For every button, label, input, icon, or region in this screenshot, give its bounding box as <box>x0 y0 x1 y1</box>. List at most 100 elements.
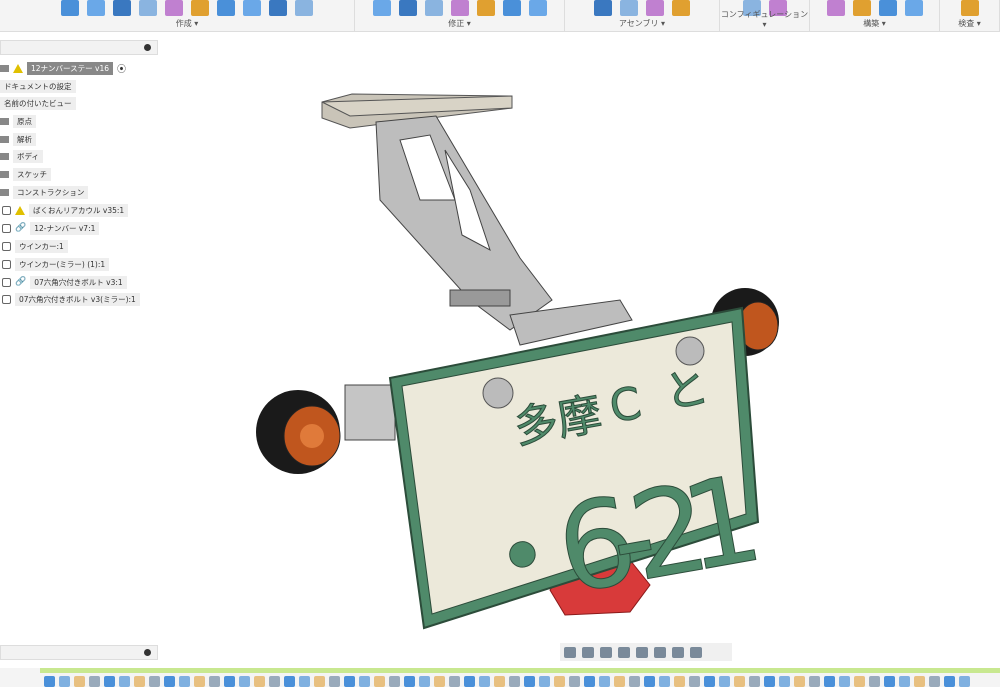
pipe-icon[interactable] <box>165 0 183 16</box>
timeline-feature-icon[interactable] <box>959 676 970 687</box>
toolbar-group-label[interactable]: コンフィギュレーション ▾ <box>720 9 809 29</box>
shell-icon[interactable] <box>450 0 469 16</box>
timeline-feature-icon[interactable] <box>914 676 925 687</box>
timeline-feature-icon[interactable] <box>299 676 310 687</box>
offset-plane-icon[interactable] <box>826 0 845 16</box>
timeline-feature-icon[interactable] <box>359 676 370 687</box>
timeline-feature-icon[interactable] <box>614 676 625 687</box>
pattern-icon[interactable] <box>217 0 235 16</box>
timeline-feature-icon[interactable] <box>644 676 655 687</box>
browser-item[interactable]: 名前の付いたビュー <box>0 96 76 110</box>
browser-item[interactable]: ばくおんリアカウル v35:1 <box>2 203 129 217</box>
timeline-feature-icon[interactable] <box>179 676 190 687</box>
timeline-feature-icon[interactable] <box>749 676 760 687</box>
timeline-feature-icon[interactable] <box>689 676 700 687</box>
timeline-feature-icon[interactable] <box>134 676 145 687</box>
timeline-feature-icon[interactable] <box>854 676 865 687</box>
timeline-feature-icon[interactable] <box>89 676 100 687</box>
timeline-feature-icon[interactable] <box>464 676 475 687</box>
timeline-feature-icon[interactable] <box>779 676 790 687</box>
orbit-icon[interactable] <box>564 646 576 658</box>
browser-header[interactable] <box>0 40 158 55</box>
timeline-feature-icon[interactable] <box>404 676 415 687</box>
form-icon[interactable] <box>269 0 287 16</box>
timeline-feature-icon[interactable] <box>344 676 355 687</box>
3d-viewport[interactable]: 多摩 C と ・6-21 <box>160 40 1000 640</box>
measure-icon[interactable] <box>960 0 979 16</box>
browser-item[interactable]: スケッチ <box>0 167 51 181</box>
timeline-feature-icon[interactable] <box>764 676 775 687</box>
timeline-feature-icon[interactable] <box>584 676 595 687</box>
timeline-feature-icon[interactable] <box>419 676 430 687</box>
timeline-feature-icon[interactable] <box>629 676 640 687</box>
point-icon[interactable] <box>191 0 209 16</box>
chamfer-icon[interactable] <box>424 0 443 16</box>
timeline-feature-icon[interactable] <box>119 676 130 687</box>
move-icon[interactable] <box>528 0 547 16</box>
pyramid-icon[interactable] <box>243 0 261 16</box>
toolbar-group-label[interactable]: 修正 ▾ <box>355 18 564 29</box>
comments-panel[interactable] <box>0 645 158 660</box>
timeline-feature-icon[interactable] <box>44 676 55 687</box>
timeline-feature-icon[interactable] <box>704 676 715 687</box>
timeline-feature-icon[interactable] <box>104 676 115 687</box>
browser-item[interactable]: コンストラクション <box>0 185 89 199</box>
timeline-feature-icon[interactable] <box>884 676 895 687</box>
press-pull-icon[interactable] <box>372 0 391 16</box>
timeline-feature-icon[interactable] <box>389 676 400 687</box>
timeline-feature-icon[interactable] <box>224 676 235 687</box>
new-component-icon[interactable] <box>620 0 638 16</box>
timeline-feature-icon[interactable] <box>599 676 610 687</box>
joint-icon[interactable] <box>594 0 612 16</box>
timeline-feature-icon[interactable] <box>719 676 730 687</box>
browser-item[interactable]: 解析 <box>0 132 36 146</box>
rigid-group-icon[interactable] <box>646 0 664 16</box>
timeline-feature-icon[interactable] <box>149 676 160 687</box>
fit-icon[interactable] <box>636 646 648 658</box>
toolbar-group-label[interactable]: 検査 ▾ <box>940 18 999 29</box>
collapse-icon[interactable] <box>144 44 151 51</box>
timeline-feature-icon[interactable] <box>809 676 820 687</box>
timeline-feature-icon[interactable] <box>569 676 580 687</box>
timeline-feature-icon[interactable] <box>164 676 175 687</box>
timeline-feature-icon[interactable] <box>209 676 220 687</box>
combine-icon[interactable] <box>502 0 521 16</box>
split-icon[interactable] <box>476 0 495 16</box>
timeline-feature-icon[interactable] <box>944 676 955 687</box>
timeline-feature-icon[interactable] <box>479 676 490 687</box>
axis-icon[interactable] <box>904 0 923 16</box>
toolbar-group-label[interactable]: アセンブリ ▾ <box>565 18 719 29</box>
timeline-feature-icon[interactable] <box>284 676 295 687</box>
timeline-feature-icon[interactable] <box>674 676 685 687</box>
timeline-feature-icon[interactable] <box>194 676 205 687</box>
browser-item[interactable]: ウインカー(ミラー) (1):1 <box>2 257 110 271</box>
browser-item[interactable]: ウインカー:1 <box>2 239 68 253</box>
midplane-icon[interactable] <box>878 0 897 16</box>
browser-item[interactable]: 07六角穴付きボルト v3(ミラー):1 <box>2 292 140 306</box>
timeline-feature-icon[interactable] <box>929 676 940 687</box>
browser-item[interactable]: 🔗 07六角穴付きボルト v3:1 <box>2 275 127 289</box>
browser-item[interactable]: ボディ <box>0 149 43 163</box>
timeline-feature-icon[interactable] <box>554 676 565 687</box>
timeline-feature-icon[interactable] <box>794 676 805 687</box>
timeline-feature-icon[interactable] <box>374 676 385 687</box>
look-at-icon[interactable] <box>582 646 594 658</box>
timeline-feature-icon[interactable] <box>59 676 70 687</box>
browser-item[interactable]: 原点 <box>0 114 36 128</box>
grid-settings-icon[interactable] <box>672 646 684 658</box>
browser-item[interactable]: 🔗 12-ナンバー v7:1 <box>2 221 100 235</box>
timeline-feature-icon[interactable] <box>314 676 325 687</box>
box-icon[interactable] <box>113 0 131 16</box>
timeline-feature-icon[interactable] <box>734 676 745 687</box>
table-icon[interactable] <box>672 0 690 16</box>
timeline-feature-icon[interactable] <box>524 676 535 687</box>
timeline-feature-icon[interactable] <box>899 676 910 687</box>
timeline-feature-icon[interactable] <box>269 676 280 687</box>
timeline-feature-icon[interactable] <box>74 676 85 687</box>
timeline-feature-icon[interactable] <box>329 676 340 687</box>
browser-item[interactable]: 12ナンバーステー v16 ⦿ <box>0 61 126 75</box>
timeline-feature-icon[interactable] <box>869 676 880 687</box>
plane-angle-icon[interactable] <box>852 0 871 16</box>
timeline-feature-icon[interactable] <box>434 676 445 687</box>
viewports-icon[interactable] <box>690 646 702 658</box>
